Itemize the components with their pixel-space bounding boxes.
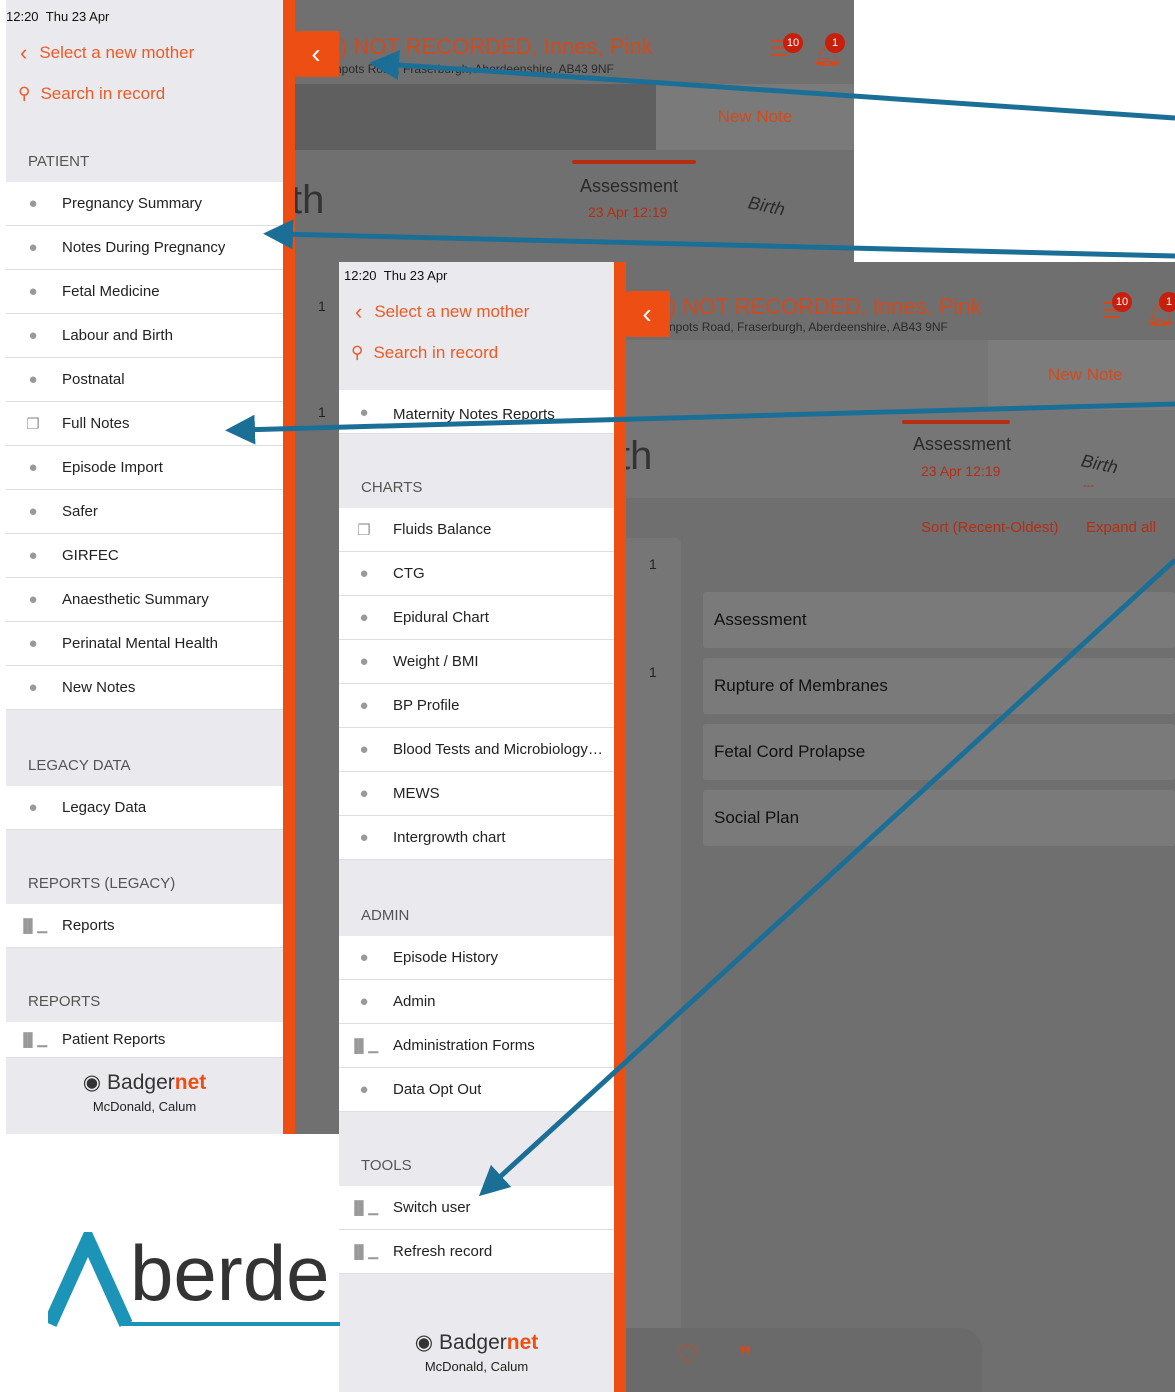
arrow-to-switch-user — [478, 558, 1175, 1197]
arrow-to-notes-during-pregnancy — [263, 219, 1175, 259]
arrow-to-collapse-tab — [369, 50, 1175, 121]
arrow-to-full-notes — [225, 401, 1175, 445]
annotation-arrows — [225, 50, 1175, 1197]
